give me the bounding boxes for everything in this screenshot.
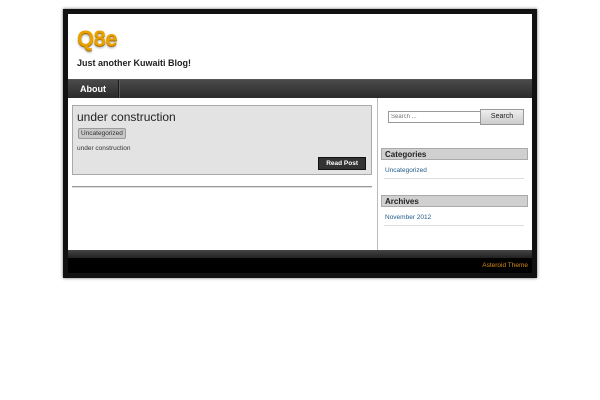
search-button[interactable]: Search bbox=[480, 109, 524, 125]
site-logo[interactable]: Q8e bbox=[77, 26, 118, 52]
footer-bar bbox=[68, 250, 532, 258]
archives-widget-title: Archives bbox=[381, 195, 528, 207]
widget-divider bbox=[384, 225, 524, 226]
search-input[interactable] bbox=[388, 111, 482, 123]
post-excerpt: under construction bbox=[77, 145, 131, 152]
content-area: under construction Uncategorized under c… bbox=[68, 98, 532, 250]
post-title[interactable]: under construction bbox=[77, 110, 176, 124]
read-post-button[interactable]: Read Post bbox=[318, 157, 366, 170]
categories-widget-title: Categories bbox=[381, 148, 528, 160]
widget-divider bbox=[384, 178, 524, 179]
site-frame: Q8e Just another Kuwaiti Blog! About und… bbox=[63, 9, 537, 278]
post-category-tag[interactable]: Uncategorized bbox=[78, 128, 126, 139]
post-card: under construction Uncategorized under c… bbox=[72, 105, 372, 175]
archive-link-november-2012[interactable]: November 2012 bbox=[385, 214, 431, 221]
main-nav: About bbox=[68, 79, 532, 98]
site-tagline: Just another Kuwaiti Blog! bbox=[77, 58, 192, 68]
footer: Asteroid Theme bbox=[68, 258, 532, 273]
nav-item-about[interactable]: About bbox=[68, 80, 119, 98]
theme-credit-link[interactable]: Asteroid Theme bbox=[482, 262, 528, 269]
site-container: Q8e Just another Kuwaiti Blog! About und… bbox=[68, 14, 532, 273]
sidebar-divider bbox=[377, 98, 378, 250]
category-link-uncategorized[interactable]: Uncategorized bbox=[385, 167, 427, 174]
post-divider bbox=[72, 186, 372, 188]
